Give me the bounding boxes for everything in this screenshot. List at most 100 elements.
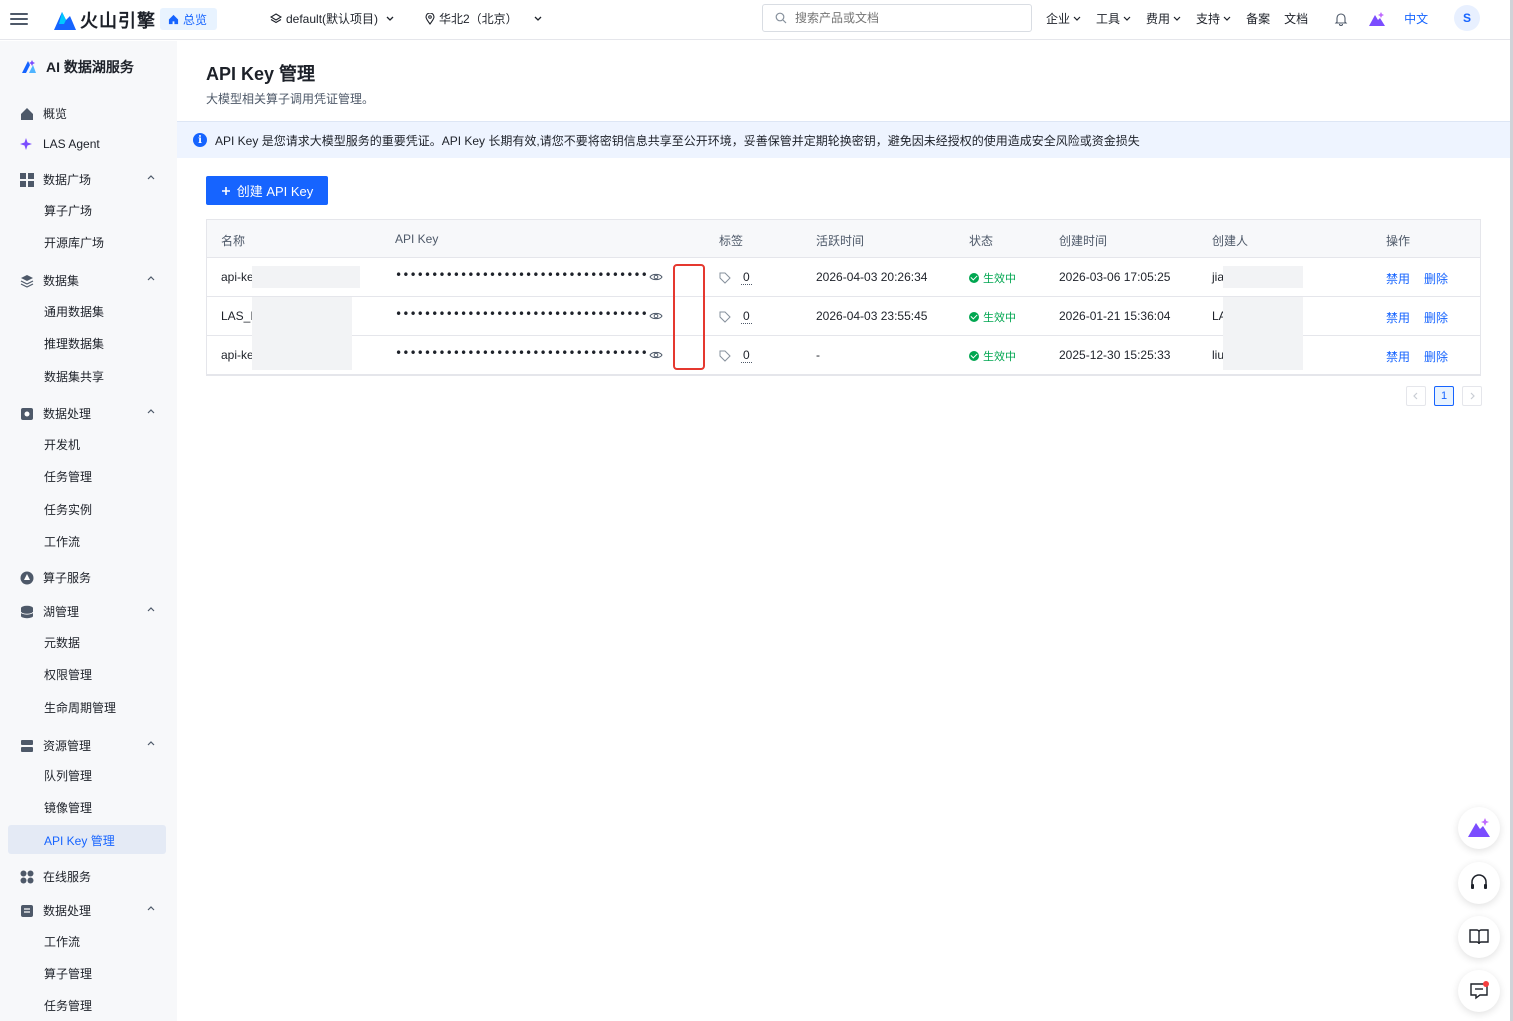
masked-api-key: ••••••••••••••••••••••••••••••••••••••••… bbox=[395, 268, 647, 282]
notification-bell[interactable] bbox=[1334, 12, 1348, 26]
tag-cell[interactable]: 0 bbox=[719, 309, 752, 324]
gear-box-icon bbox=[21, 407, 33, 420]
status-label: 生效中 bbox=[983, 273, 1016, 285]
delete-button[interactable]: 删除 bbox=[1424, 309, 1448, 326]
next-page-button[interactable] bbox=[1462, 386, 1482, 406]
sidebar-item-queue-management[interactable]: 队列管理 bbox=[44, 767, 92, 784]
sidebar-item-dataset-share[interactable]: 数据集共享 bbox=[44, 368, 104, 385]
global-search[interactable] bbox=[762, 4, 1032, 32]
plus-icon bbox=[221, 186, 230, 195]
sidebar-group-data-processing[interactable]: 数据处理 bbox=[20, 405, 162, 422]
eye-icon[interactable] bbox=[649, 348, 663, 362]
document-icon bbox=[21, 904, 33, 917]
page-subtitle: 大模型相关算子调用凭证管理。 bbox=[206, 92, 375, 106]
sidebar-item-operator-service[interactable]: 算子服务 bbox=[20, 569, 162, 586]
feedback-float-button[interactable] bbox=[1458, 970, 1500, 1012]
nav-billing[interactable]: 费用 bbox=[1146, 10, 1182, 27]
create-api-key-button[interactable]: 创建 API Key bbox=[206, 176, 328, 205]
disable-button[interactable]: 禁用 bbox=[1386, 348, 1410, 365]
customer-service-float-button[interactable] bbox=[1458, 862, 1500, 904]
ai-mountain-icon bbox=[1369, 11, 1386, 26]
grid-icon bbox=[20, 172, 34, 187]
project-selector[interactable]: default(默认项目) bbox=[270, 10, 398, 27]
ai-assistant-button[interactable] bbox=[1368, 11, 1386, 27]
sidebar-label: LAS Agent bbox=[43, 137, 100, 151]
sidebar-group-resource-management[interactable]: 资源管理 bbox=[20, 737, 162, 754]
chevron-up-icon bbox=[147, 741, 155, 746]
nav-support[interactable]: 支持 bbox=[1196, 10, 1232, 27]
nav-enterprise[interactable]: 企业 bbox=[1046, 10, 1082, 27]
sidebar-item-online-service[interactable]: 在线服务 bbox=[20, 868, 162, 885]
sidebar-group-data-square[interactable]: 数据广场 bbox=[20, 171, 162, 188]
column-header-tags: 标签 bbox=[719, 234, 744, 248]
brand-logo[interactable]: 火山引擎 bbox=[54, 7, 156, 33]
language-switch[interactable]: 中文 bbox=[1404, 10, 1428, 27]
database-icon bbox=[20, 605, 34, 618]
pagination: 1 bbox=[1406, 386, 1482, 406]
sidebar-item-operator-square[interactable]: 算子广场 bbox=[44, 202, 92, 219]
table-row: LAS_I ••••••••••••••••••••••••••••••••••… bbox=[207, 297, 1480, 336]
sidebar-group-data-processing-2[interactable]: 数据处理 bbox=[20, 902, 162, 919]
chevron-down-icon bbox=[1123, 16, 1131, 21]
status-label: 生效中 bbox=[983, 351, 1016, 363]
sidebar-group-lake-management[interactable]: 湖管理 bbox=[20, 603, 162, 620]
active-time: 2026-04-03 20:26:34 bbox=[816, 270, 928, 284]
apps-icon bbox=[20, 870, 34, 883]
sidebar-item-dev-machine[interactable]: 开发机 bbox=[44, 436, 80, 453]
page-title: API Key 管理 bbox=[206, 64, 316, 84]
status-badge: 生效中 bbox=[969, 348, 1016, 364]
sidebar-item-inference-dataset[interactable]: 推理数据集 bbox=[44, 335, 104, 352]
overview-button[interactable]: 总览 bbox=[160, 8, 218, 30]
sidebar-item-task-management[interactable]: 任务管理 bbox=[44, 468, 92, 485]
project-label: default(默认项目) bbox=[286, 12, 379, 26]
service-title: AI 数据湖服务 bbox=[20, 57, 134, 77]
page-number[interactable]: 1 bbox=[1434, 386, 1454, 406]
tag-cell[interactable]: 0 bbox=[719, 270, 752, 285]
volcano-logo-icon bbox=[54, 12, 76, 30]
active-time: - bbox=[816, 348, 820, 362]
sidebar-item-las-agent[interactable]: LAS Agent bbox=[20, 137, 162, 151]
nav-label: 备案 bbox=[1246, 12, 1271, 26]
sidebar-item-general-dataset[interactable]: 通用数据集 bbox=[44, 303, 104, 320]
status-label: 生效中 bbox=[983, 312, 1016, 324]
sidebar-active-label[interactable]: API Key 管理 bbox=[44, 832, 115, 849]
nav-tools[interactable]: 工具 bbox=[1096, 10, 1132, 27]
active-time: 2026-04-03 23:55:45 bbox=[816, 309, 928, 323]
region-selector[interactable]: 华北2（北京） bbox=[425, 10, 546, 27]
tag-cell[interactable]: 0 bbox=[719, 348, 752, 363]
sidebar-item-overview[interactable]: 概览 bbox=[20, 105, 162, 122]
chevron-up-icon bbox=[147, 276, 155, 281]
sidebar-item-task-management-2[interactable]: 任务管理 bbox=[44, 997, 92, 1014]
sidebar-item-metadata[interactable]: 元数据 bbox=[44, 634, 80, 651]
overview-label: 总览 bbox=[183, 12, 208, 27]
top-bar: 火山引擎 总览 default(默认项目) 华北2（北京） 企业 工具 费用 支… bbox=[0, 0, 1513, 40]
sidebar-item-open-source-square[interactable]: 开源库广场 bbox=[44, 234, 104, 251]
sidebar-item-image-management[interactable]: 镜像管理 bbox=[44, 799, 92, 816]
delete-button[interactable]: 删除 bbox=[1424, 270, 1448, 287]
sidebar-item-lifecycle-management[interactable]: 生命周期管理 bbox=[44, 699, 116, 716]
status-badge: 生效中 bbox=[969, 309, 1016, 325]
nav-icp-filing[interactable]: 备案 bbox=[1246, 10, 1270, 27]
sidebar-item-workflow-2[interactable]: 工作流 bbox=[44, 933, 80, 950]
ai-assistant-float-button[interactable] bbox=[1458, 807, 1500, 849]
hamburger-menu-icon[interactable] bbox=[10, 10, 28, 28]
chevron-down-icon bbox=[1173, 16, 1181, 21]
user-avatar[interactable]: S bbox=[1454, 5, 1480, 31]
brand-name: 火山引擎 bbox=[80, 11, 156, 31]
eye-icon[interactable] bbox=[649, 309, 663, 323]
prev-page-button[interactable] bbox=[1406, 386, 1426, 406]
docs-float-button[interactable] bbox=[1458, 916, 1500, 958]
sidebar-item-permission-management[interactable]: 权限管理 bbox=[44, 666, 92, 683]
key-name: api-ke bbox=[221, 348, 254, 362]
sidebar-label: 资源管理 bbox=[43, 739, 92, 753]
sidebar-item-task-instance[interactable]: 任务实例 bbox=[44, 501, 92, 518]
search-input[interactable] bbox=[795, 11, 1015, 25]
sidebar-group-dataset[interactable]: 数据集 bbox=[20, 272, 162, 289]
disable-button[interactable]: 禁用 bbox=[1386, 309, 1410, 326]
sidebar-item-workflow[interactable]: 工作流 bbox=[44, 533, 80, 550]
sidebar-item-operator-management[interactable]: 算子管理 bbox=[44, 965, 92, 982]
eye-icon[interactable] bbox=[649, 270, 663, 284]
delete-button[interactable]: 删除 bbox=[1424, 348, 1448, 365]
disable-button[interactable]: 禁用 bbox=[1386, 270, 1410, 287]
nav-docs[interactable]: 文档 bbox=[1284, 10, 1308, 27]
